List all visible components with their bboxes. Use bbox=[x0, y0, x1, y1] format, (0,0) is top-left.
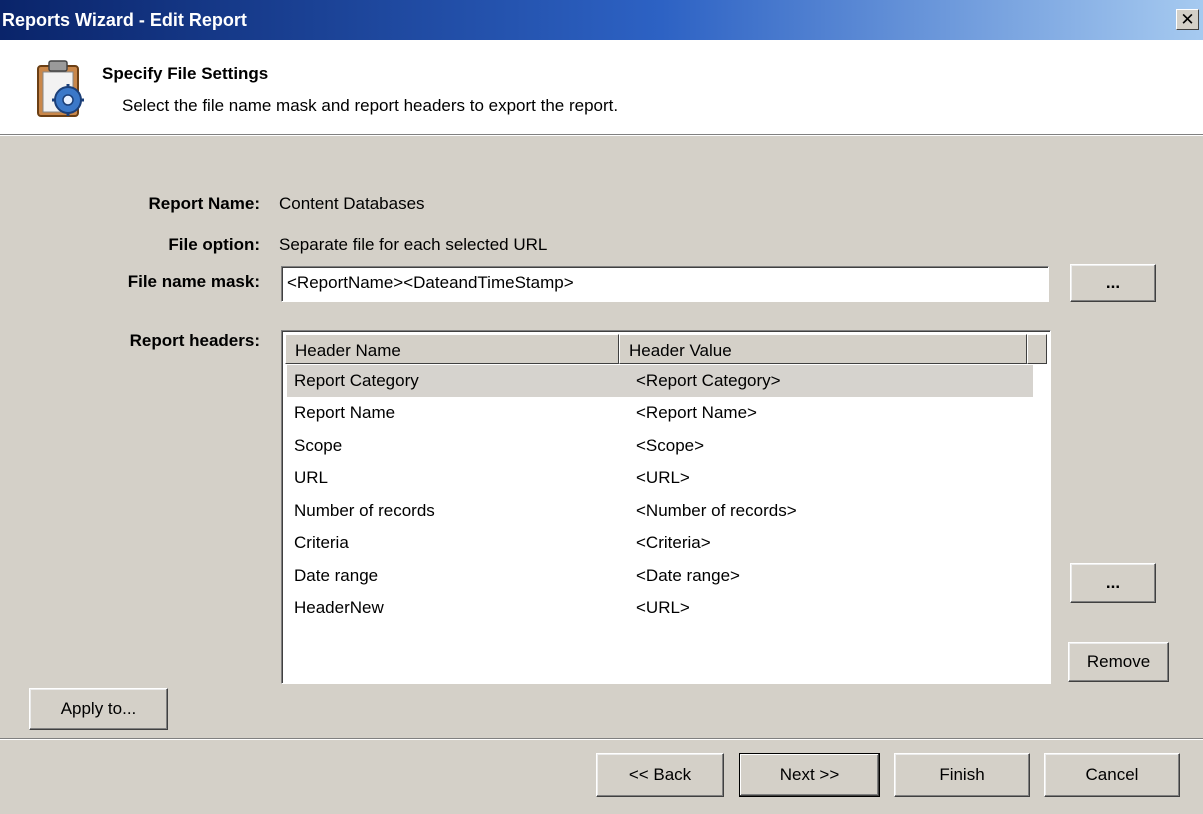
close-button[interactable]: ✕ bbox=[1176, 9, 1199, 30]
wizard-header: Specify File Settings Select the file na… bbox=[0, 40, 1203, 135]
file-option-label: File option: bbox=[168, 235, 260, 254]
file-name-mask-input[interactable]: <ReportName><DateandTimeStamp> bbox=[281, 266, 1049, 302]
header-name-cell: Scope bbox=[294, 436, 343, 455]
edit-header-button[interactable]: ... bbox=[1070, 563, 1156, 603]
header-value-cell: <Report Name> bbox=[636, 403, 757, 422]
column-header-name[interactable]: Header Name bbox=[285, 334, 619, 364]
report-name-value: Content Databases bbox=[279, 194, 425, 213]
header-name-cell: Number of records bbox=[294, 501, 435, 520]
table-row[interactable]: Date range <Date range> bbox=[287, 560, 1033, 592]
page-title: Specify File Settings bbox=[102, 64, 269, 83]
finish-button[interactable]: Finish bbox=[894, 753, 1030, 797]
header-value-cell: <Scope> bbox=[636, 436, 705, 455]
footer-divider bbox=[0, 738, 1203, 740]
header-name-cell: HeaderNew bbox=[294, 598, 384, 617]
header-name-cell: Date range bbox=[294, 566, 379, 585]
page-subtitle: Select the file name mask and report hea… bbox=[122, 96, 619, 115]
table-row[interactable]: Criteria <Criteria> bbox=[287, 527, 1033, 559]
cancel-button[interactable]: Cancel bbox=[1044, 753, 1180, 797]
table-row[interactable]: Report Category <Report Category> bbox=[287, 365, 1033, 397]
table-row[interactable]: Scope <Scope> bbox=[287, 430, 1033, 462]
report-name-label: Report Name: bbox=[148, 194, 260, 213]
browse-mask-button[interactable]: ... bbox=[1070, 264, 1156, 302]
remove-button[interactable]: Remove bbox=[1068, 642, 1169, 682]
table-row[interactable]: Number of records <Number of records> bbox=[287, 495, 1033, 527]
table-row[interactable]: HeaderNew <URL> bbox=[287, 592, 1033, 624]
file-name-mask-label: File name mask: bbox=[127, 272, 260, 291]
back-button[interactable]: << Back bbox=[596, 753, 724, 797]
column-header-filler bbox=[1027, 334, 1047, 364]
close-icon: ✕ bbox=[1180, 10, 1195, 29]
header-value-cell: <Date range> bbox=[636, 566, 740, 585]
file-option-value: Separate file for each selected URL bbox=[279, 235, 548, 254]
header-name-cell: URL bbox=[294, 468, 329, 487]
header-name-cell: Report Name bbox=[294, 403, 396, 422]
list-header: Header Name Header Value bbox=[285, 334, 1047, 364]
table-row[interactable]: Report Name <Report Name> bbox=[287, 397, 1033, 429]
column-header-value[interactable]: Header Value bbox=[619, 334, 1027, 364]
header-value-cell: <Report Category> bbox=[636, 371, 781, 390]
header-name-cell: Criteria bbox=[294, 533, 349, 552]
apply-to-button[interactable]: Apply to... bbox=[29, 688, 168, 730]
header-name-cell: Report Category bbox=[294, 371, 419, 390]
table-row[interactable]: URL <URL> bbox=[287, 462, 1033, 494]
report-headers-label: Report headers: bbox=[129, 331, 260, 350]
next-button[interactable]: Next >> bbox=[739, 753, 880, 797]
header-value-cell: <Criteria> bbox=[636, 533, 711, 552]
header-divider bbox=[0, 135, 1203, 136]
header-value-cell: <URL> bbox=[636, 468, 690, 487]
header-value-cell: <URL> bbox=[636, 598, 690, 617]
report-headers-list[interactable]: Header Name Header Value Report Category… bbox=[281, 330, 1051, 684]
title-bar: Reports Wizard - Edit Report ✕ bbox=[0, 0, 1203, 40]
clipboard-gear-icon bbox=[37, 60, 84, 117]
header-value-cell: <Number of records> bbox=[636, 501, 797, 520]
window-title: Reports Wizard - Edit Report bbox=[2, 9, 247, 30]
